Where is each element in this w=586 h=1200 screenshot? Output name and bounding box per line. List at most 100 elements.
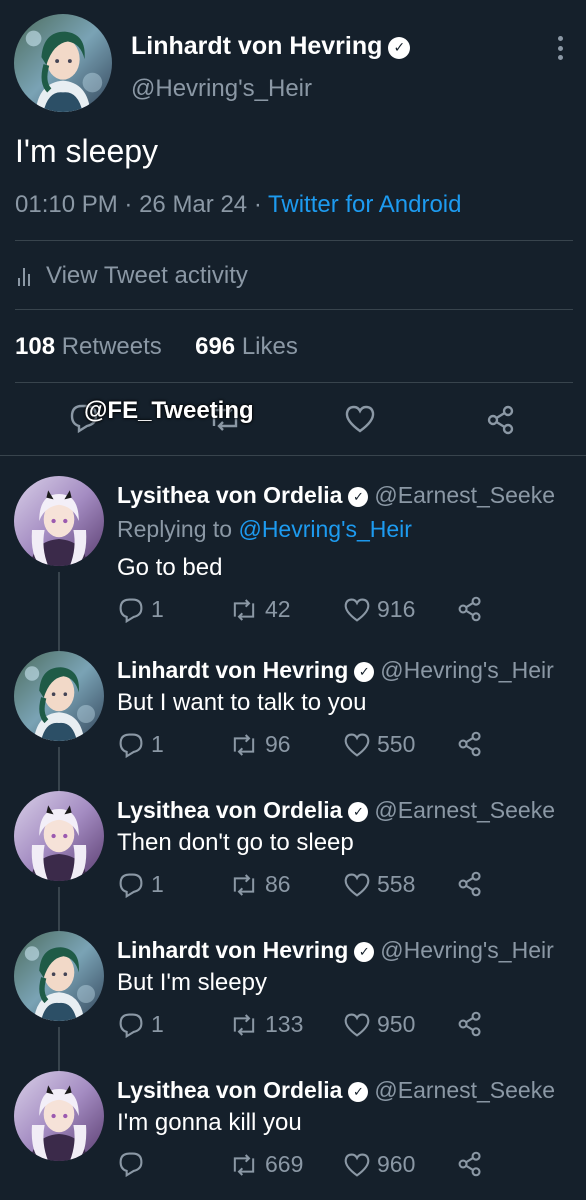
verified-badge-icon: ✓ (354, 662, 375, 682)
reply-button[interactable] (117, 1151, 151, 1177)
like-button[interactable]: 950 (343, 1011, 415, 1038)
reply-header: Lysithea von Ordelia ✓ @Earnest_Seeke (117, 1077, 586, 1104)
author-handle[interactable]: @Hevring's_Heir (131, 75, 312, 103)
verified-badge-icon: ✓ (348, 1082, 369, 1102)
reply-text: Then don't go to sleep (117, 829, 354, 856)
reply-avatar[interactable] (14, 791, 104, 881)
thread-connector (58, 572, 60, 653)
retweets-stat[interactable]: 108 Retweets (15, 333, 162, 360)
retweet-icon (229, 873, 259, 897)
reply-actions: 1 86 558 (117, 871, 537, 901)
retweet-icon (229, 733, 259, 757)
reply-author-name[interactable]: Lysithea von Ordelia (117, 1077, 342, 1103)
like-count: 960 (377, 1151, 416, 1177)
replying-to: Replying to @Hevring's_Heir (117, 516, 412, 542)
reply-author-handle[interactable]: @Earnest_Seeke (374, 482, 555, 508)
share-icon[interactable] (486, 405, 516, 440)
reply-icon (117, 1151, 145, 1177)
reply-author-handle[interactable]: @Earnest_Seeke (374, 1077, 555, 1103)
reply-author-handle[interactable]: @Earnest_Seeke (374, 797, 555, 823)
activity-label: View Tweet activity (46, 262, 248, 289)
reply-actions: 669 960 (117, 1151, 537, 1181)
share-button[interactable] (457, 1151, 483, 1177)
verified-badge-icon: ✓ (388, 36, 411, 59)
reply-author-handle[interactable]: @Hevring's_Heir (380, 657, 553, 683)
reply-avatar[interactable] (14, 1071, 104, 1161)
more-vertical-icon[interactable] (550, 32, 570, 64)
divider (15, 382, 573, 383)
retweet-button[interactable]: 669 (229, 1151, 303, 1178)
reply-header: Linhardt von Hevring ✓ @Hevring's_Heir (117, 657, 586, 684)
reply-author-handle[interactable]: @Hevring's_Heir (380, 937, 553, 963)
author-name[interactable]: Linhardt von Hevring (131, 32, 382, 60)
reply-author-name[interactable]: Lysithea von Ordelia (117, 482, 342, 508)
retweet-button[interactable]: 42 (229, 596, 291, 623)
reply-icon (117, 597, 145, 623)
reply-button[interactable]: 1 (117, 1011, 164, 1038)
author-name-row[interactable]: Linhardt von Hevring ✓ (131, 32, 411, 61)
like-button[interactable]: 558 (343, 871, 415, 898)
tweet-date: 26 Mar 24 (139, 191, 248, 218)
divider (15, 240, 573, 241)
thread-connector (58, 747, 60, 793)
retweet-button[interactable]: 133 (229, 1011, 303, 1038)
retweet-icon (229, 598, 259, 622)
replying-to-mention[interactable]: @Hevring's_Heir (238, 516, 411, 542)
retweet-count: 42 (265, 596, 291, 622)
like-button[interactable]: 550 (343, 731, 415, 758)
reply-icon (117, 732, 145, 758)
reply-avatar[interactable] (14, 651, 104, 741)
share-button[interactable] (457, 596, 483, 622)
reply-icon (117, 872, 145, 898)
reply-avatar[interactable] (14, 476, 104, 566)
reply-count: 1 (151, 871, 164, 897)
verified-badge-icon: ✓ (348, 802, 369, 822)
watermark-text: @FE_Tweeting (84, 397, 254, 424)
share-icon (457, 871, 483, 897)
reply-button[interactable]: 1 (117, 871, 164, 898)
tweet-meta: 01:10 PM · 26 Mar 24 · Twitter for Andro… (15, 191, 462, 218)
reply-button[interactable]: 1 (117, 731, 164, 758)
share-icon (457, 731, 483, 757)
reply-header: Lysithea von Ordelia ✓ @Earnest_Seeke (117, 482, 586, 509)
like-button[interactable]: 916 (343, 596, 415, 623)
retweet-count: 133 (265, 1011, 304, 1037)
reply-header: Linhardt von Hevring ✓ @Hevring's_Heir (117, 937, 586, 964)
reply-button[interactable]: 1 (117, 596, 164, 623)
thread-separator (0, 455, 586, 456)
like-icon (343, 597, 371, 623)
retweet-button[interactable]: 86 (229, 871, 291, 898)
tweet-time: 01:10 PM (15, 191, 118, 218)
retweet-icon (229, 1153, 259, 1177)
retweet-icon (229, 1013, 259, 1037)
tweet-stats: 108 Retweets 696 Likes (15, 333, 298, 361)
reply-icon (117, 1012, 145, 1038)
likes-stat[interactable]: 696 Likes (195, 333, 298, 360)
reply-text: Go to bed (117, 554, 223, 581)
reply-author-name[interactable]: Lysithea von Ordelia (117, 797, 342, 823)
retweet-count: 86 (265, 871, 291, 897)
reply-avatar[interactable] (14, 931, 104, 1021)
divider (15, 309, 573, 310)
like-count: 950 (377, 1011, 416, 1037)
author-avatar[interactable] (14, 14, 112, 112)
reply-text: I'm gonna kill you (117, 1109, 302, 1136)
reply-count: 1 (151, 596, 164, 622)
thread-connector (58, 1027, 60, 1073)
share-button[interactable] (457, 871, 483, 897)
share-button[interactable] (457, 1011, 483, 1037)
tweet-text: I'm sleepy (15, 133, 159, 169)
like-count: 916 (377, 596, 416, 622)
tweet-source-link[interactable]: Twitter for Android (268, 191, 461, 218)
retweet-button[interactable]: 96 (229, 731, 291, 758)
like-icon[interactable] (344, 404, 376, 439)
reply-actions: 1 133 950 (117, 1011, 537, 1041)
share-button[interactable] (457, 731, 483, 757)
view-tweet-activity-button[interactable]: View Tweet activity (18, 262, 248, 290)
like-button[interactable]: 960 (343, 1151, 415, 1178)
reply-count: 1 (151, 1011, 164, 1037)
reply-author-name[interactable]: Linhardt von Hevring (117, 937, 348, 963)
verified-badge-icon: ✓ (348, 487, 369, 507)
reply-actions: 1 42 916 (117, 596, 537, 626)
reply-author-name[interactable]: Linhardt von Hevring (117, 657, 348, 683)
